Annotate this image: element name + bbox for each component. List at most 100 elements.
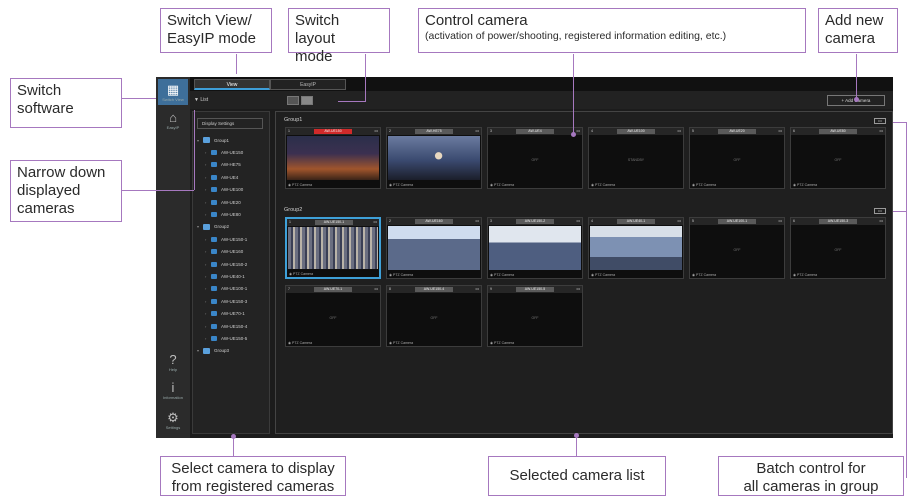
mode-tab-bar: View EasyIP (190, 77, 893, 91)
tab-view[interactable]: View (194, 79, 270, 90)
camera-control-button[interactable]: AW-UE40-1 (617, 219, 655, 224)
tree-camera-item[interactable]: › AW-UE70-1 (197, 307, 269, 319)
layout-mode-button-2[interactable] (301, 96, 313, 105)
more-icon[interactable]: ••• (373, 220, 377, 224)
rail-switch-view-button[interactable]: ▦ Switch View (158, 79, 188, 105)
camera-control-button[interactable]: AW-UE80 (819, 129, 857, 134)
camera-tile[interactable]: 7 AW-UE70-1 ••• OFF ◉ PTZ Camera (285, 285, 381, 347)
more-icon[interactable]: ••• (677, 129, 681, 133)
rail-help-button[interactable]: ? Help (158, 349, 188, 375)
camera-control-button[interactable]: AW-UE150-4 (415, 287, 453, 292)
more-icon[interactable]: ••• (374, 287, 378, 291)
camera-tile[interactable]: 3 AW-UE4 ••• OFF ◉ PTZ Camera (487, 127, 583, 189)
camera-icon (211, 212, 217, 218)
camera-control-button[interactable]: AW-UE100 (617, 129, 655, 134)
camera-tile[interactable]: 2 AW-UE160 ••• ◉ PTZ Camera (386, 217, 482, 279)
camera-icon (211, 150, 217, 156)
camera-control-button[interactable]: AW-UE150-3 (819, 219, 857, 224)
tile-number: 4 (591, 219, 593, 223)
camera-filter-dropdown[interactable]: ▼ List (194, 95, 264, 106)
camera-tile[interactable]: 1 AW-UE150 ••• ◉ PTZ Camera (285, 127, 381, 189)
camera-tile[interactable]: 6 AW-UE150-3 ••• OFF ◉ PTZ Camera (790, 217, 886, 279)
tree-camera-item[interactable]: › AW-UE150-2 (197, 258, 269, 270)
camera-preview (288, 227, 378, 269)
camera-control-button[interactable]: AW-UE150 (314, 129, 352, 134)
layout-mode-button-1[interactable] (287, 96, 299, 105)
tree-camera-item[interactable]: › AW-UE40-1 (197, 270, 269, 282)
camera-preview: OFF (691, 226, 783, 270)
camera-tile[interactable]: 2 AW-HE75 ••• ◉ PTZ Camera (386, 127, 482, 189)
rail-info-button[interactable]: i Information (158, 377, 188, 403)
tab-easyip[interactable]: EasyIP (270, 79, 346, 90)
tile-header: 6 AW-UE80 ••• (791, 128, 885, 135)
more-icon[interactable]: ••• (677, 219, 681, 223)
tile-number: 9 (490, 287, 492, 291)
tile-number: 7 (288, 287, 290, 291)
more-icon[interactable]: ••• (778, 219, 782, 223)
tile-number: 8 (389, 287, 391, 291)
camera-type-label: PTZ Camera (595, 183, 616, 187)
more-icon[interactable]: ••• (475, 287, 479, 291)
more-icon[interactable]: ••• (576, 219, 580, 223)
more-icon[interactable]: ••• (374, 129, 378, 133)
tree-camera-item[interactable]: › AW-UE150-4 (197, 320, 269, 332)
more-icon[interactable]: ••• (475, 219, 479, 223)
tree-group[interactable]: ▾ Group2 (197, 221, 269, 233)
display-settings-button[interactable]: Display Settings (197, 118, 263, 129)
tree-camera-item[interactable]: › AW-UE20 (197, 196, 269, 208)
toolbar: ▼ List + Add Camera (190, 91, 893, 109)
rail-easyip-button[interactable]: ⌂ EasyIP (158, 107, 188, 133)
tree-camera-item[interactable]: › AW-UE100 (197, 184, 269, 196)
tree-camera-item[interactable]: › AW-HE75 (197, 159, 269, 171)
selected-camera-list: Group1 ••• 1 AW-UE150 ••• ◉ PTZ Camera 2 AW-HE7… (275, 111, 893, 434)
more-icon[interactable]: ••• (879, 129, 883, 133)
tree-camera-item[interactable]: › AW-UE160 (197, 246, 269, 258)
camera-tile[interactable]: 4 AW-UE100 ••• STANDBY ◉ PTZ Camera (588, 127, 684, 189)
tile-header: 6 AW-UE150-3 ••• (791, 218, 885, 225)
camera-control-button[interactable]: AW-UE160 (415, 219, 453, 224)
batch-control-button[interactable]: ••• (874, 118, 886, 124)
batch-control-button[interactable]: ••• (874, 208, 886, 214)
camera-tile[interactable]: 9 AW-UE150-5 ••• OFF ◉ PTZ Camera (487, 285, 583, 347)
camera-preview (489, 226, 581, 270)
tree-camera-item[interactable]: › AW-UE150-1 (197, 233, 269, 245)
more-icon[interactable]: ••• (576, 287, 580, 291)
camera-tile[interactable]: 6 AW-UE80 ••• OFF ◉ PTZ Camera (790, 127, 886, 189)
more-icon[interactable]: ••• (576, 129, 580, 133)
chevron-down-icon: ▾ (197, 224, 200, 230)
tree-camera-item[interactable]: › AW-UE150 (197, 146, 269, 158)
camera-tile[interactable]: 5 AW-UE20 ••• OFF ◉ PTZ Camera (689, 127, 785, 189)
more-icon[interactable]: ••• (778, 129, 782, 133)
tree-group[interactable]: ▾ Group3 (197, 345, 269, 357)
camera-control-button[interactable]: AW-UE150-2 (516, 219, 554, 224)
leader-dot (574, 433, 579, 438)
camera-tile[interactable]: 5 AW-UE100-1 ••• OFF ◉ PTZ Camera (689, 217, 785, 279)
callout-select-camera: Select camera to display from registered… (160, 456, 346, 496)
camera-control-button[interactable]: AW-UE70-1 (314, 287, 352, 292)
tree-camera-item[interactable]: › AW-UE80 (197, 208, 269, 220)
camera-control-button[interactable]: AW-UE150-1 (315, 220, 353, 225)
camera-tile[interactable]: 3 AW-UE150-2 ••• ◉ PTZ Camera (487, 217, 583, 279)
camera-control-button[interactable]: AW-UE20 (718, 129, 756, 134)
tile-footer: ◉ PTZ Camera (692, 273, 716, 277)
tile-number: 5 (692, 219, 694, 223)
tree-camera-item[interactable]: › AW-UE150-5 (197, 332, 269, 344)
camera-control-button[interactable]: AW-UE100-1 (718, 219, 756, 224)
more-icon[interactable]: ••• (879, 219, 883, 223)
camera-tile[interactable]: 8 AW-UE150-4 ••• OFF ◉ PTZ Camera (386, 285, 482, 347)
tree-camera-item[interactable]: › AW-UE100-1 (197, 283, 269, 295)
tree-item-label: AW-UE150-4 (221, 323, 248, 329)
tree-camera-item[interactable]: › AW-UE4 (197, 171, 269, 183)
camera-tile[interactable]: 1 AW-UE150-1 ••• ◉ PTZ Camera (285, 217, 381, 279)
leader-line (236, 54, 237, 74)
camera-control-button[interactable]: AW-UE4 (516, 129, 554, 134)
tile-header: 3 AW-UE4 ••• (488, 128, 582, 135)
camera-tile[interactable]: 4 AW-UE40-1 ••• ◉ PTZ Camera (588, 217, 684, 279)
tree-camera-item[interactable]: › AW-UE150-3 (197, 295, 269, 307)
camera-control-button[interactable]: AW-UE150-5 (516, 287, 554, 292)
more-icon[interactable]: ••• (475, 129, 479, 133)
camera-control-button[interactable]: AW-HE75 (415, 129, 453, 134)
rail-settings-button[interactable]: ⚙ Settings (158, 407, 188, 433)
tree-group[interactable]: ▾ Group1 (197, 134, 269, 146)
camera-status: OFF (329, 316, 337, 320)
